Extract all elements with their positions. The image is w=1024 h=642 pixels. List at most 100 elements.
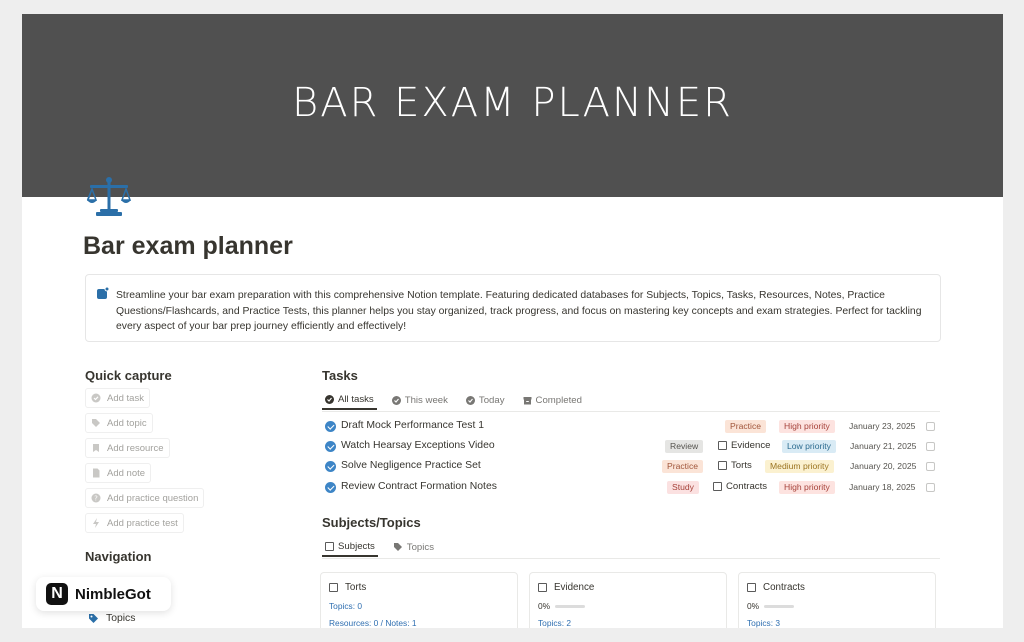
type-badge: Practice — [725, 420, 767, 433]
card-topics-count: Topics: 3 — [747, 618, 781, 628]
subject-card-contracts[interactable]: Contracts 0% Topics: 3 — [738, 572, 936, 628]
tab-label: This week — [404, 394, 448, 406]
tasks-tabs: All tasks This week Today Completed — [322, 390, 585, 410]
tag-icon — [89, 614, 98, 623]
add-resource-button[interactable]: Add resource — [85, 438, 170, 458]
navigation-heading: Navigation — [85, 549, 152, 564]
due-date: January 20, 2025 — [850, 461, 917, 471]
brand-logo: N — [46, 583, 68, 605]
tab-completed[interactable]: Completed — [520, 390, 585, 410]
watermark-badge: N NimbleGot — [36, 577, 171, 611]
tab-label: Today — [478, 394, 505, 406]
done-checkbox[interactable] — [926, 462, 935, 471]
card-title: Contracts — [747, 582, 805, 593]
tab-subjects[interactable]: Subjects — [322, 537, 378, 557]
card-name: Contracts — [763, 582, 805, 593]
card-title: Torts — [329, 582, 366, 593]
card-progress: 0% — [538, 601, 586, 611]
tab-label: Topics — [406, 541, 434, 553]
callout-block: Streamline your bar exam preparation wit… — [85, 274, 941, 342]
tab-this-week[interactable]: This week — [389, 390, 451, 410]
cover-banner: BAR EXAM PLANNER — [22, 14, 1003, 197]
tab-label: Subjects — [338, 540, 375, 552]
done-checkbox[interactable] — [926, 442, 935, 451]
task-name[interactable]: Watch Hearsay Exceptions Video — [341, 440, 495, 451]
quick-capture-heading: Quick capture — [85, 368, 172, 383]
tasks-heading: Tasks — [322, 368, 358, 383]
table-row[interactable]: Draft Mock Performance Test 1 Practice H… — [322, 417, 940, 437]
due-date: January 21, 2025 — [850, 441, 917, 451]
type-badge: Review — [665, 440, 704, 453]
page-title: Bar exam planner — [83, 232, 293, 260]
check-circle-icon — [325, 441, 336, 452]
add-task-button[interactable]: Add task — [85, 388, 150, 408]
subjects-tabs: Subjects Topics — [322, 537, 437, 557]
progress-value: 0% — [747, 601, 760, 611]
check-circle-icon — [391, 395, 401, 405]
add-note-button[interactable]: Add note — [85, 463, 152, 483]
task-name[interactable]: Review Contract Formation Notes — [341, 481, 497, 492]
due-date: January 23, 2025 — [849, 421, 916, 431]
check-circle-icon — [325, 421, 336, 432]
nav-item-label: Topics — [106, 613, 136, 624]
add-practice-question-label: Add practice question — [107, 492, 199, 504]
subject-card-torts[interactable]: Torts Topics: 0 Resources: 0 / Notes: 1 — [320, 572, 518, 628]
type-badge: Practice — [662, 460, 704, 473]
progress-value: 0% — [538, 601, 551, 611]
document-icon — [93, 468, 100, 478]
subjects-tabs-divider — [322, 558, 940, 559]
subject-icon — [329, 583, 338, 592]
tab-today[interactable]: Today — [463, 390, 508, 410]
add-note-label: Add note — [107, 467, 146, 479]
tab-topics[interactable]: Topics — [390, 537, 437, 557]
cover-title: BAR EXAM PLANNER — [292, 79, 733, 126]
archive-icon — [523, 396, 532, 404]
tasks-tabs-divider — [322, 411, 940, 412]
tab-label: Completed — [535, 394, 582, 406]
progress-bar — [764, 604, 795, 608]
add-practice-test-button[interactable]: Add practice test — [85, 513, 184, 533]
add-topic-button[interactable]: Add topic — [85, 413, 153, 433]
subjects-heading: Subjects/Topics — [322, 515, 421, 530]
check-circle-icon — [325, 394, 334, 404]
table-row[interactable]: Review Contract Formation Notes Study Co… — [322, 478, 940, 498]
subject-relation[interactable]: Torts — [718, 460, 752, 471]
subject-label: Torts — [731, 460, 752, 471]
add-practice-question-button[interactable]: ? Add practice question — [85, 488, 205, 508]
check-circle-icon — [325, 482, 336, 493]
nav-item-topics[interactable]: Topics — [88, 613, 135, 624]
card-name: Torts — [345, 582, 367, 593]
subject-label: Evidence — [731, 440, 771, 451]
progress-bar — [555, 604, 586, 608]
tag-icon — [393, 543, 402, 551]
brand-name: NimbleGot — [75, 585, 151, 603]
callout-text: Streamline your bar exam preparation wit… — [116, 290, 922, 333]
priority-badge: High priority — [779, 420, 835, 433]
due-date: January 18, 2025 — [849, 482, 916, 492]
task-name[interactable]: Draft Mock Performance Test 1 — [341, 420, 484, 431]
subject-relation[interactable]: Evidence — [718, 440, 770, 451]
subject-card-evidence[interactable]: Evidence 0% Topics: 2 — [529, 572, 727, 628]
card-progress: 0% — [747, 601, 795, 611]
type-badge: Study — [667, 481, 699, 494]
card-title: Evidence — [538, 582, 594, 593]
subject-icon — [538, 583, 547, 592]
subject-label: Contracts — [726, 481, 768, 492]
check-circle-icon — [325, 461, 336, 472]
svg-text:?: ? — [94, 495, 98, 503]
done-checkbox[interactable] — [926, 422, 935, 431]
card-topics-count: Topics: 0 — [329, 601, 363, 611]
table-row[interactable]: Watch Hearsay Exceptions Video Review Ev… — [322, 437, 940, 457]
check-circle-icon — [91, 393, 101, 403]
tag-icon — [92, 419, 100, 427]
bolt-icon — [93, 518, 99, 528]
table-row[interactable]: Solve Negligence Practice Set Practice T… — [322, 457, 940, 477]
scales-icon[interactable] — [86, 176, 132, 218]
card-resources-notes: Resources: 0 / Notes: 1 — [329, 618, 417, 628]
tab-all-tasks[interactable]: All tasks — [322, 390, 377, 410]
task-name[interactable]: Solve Negligence Practice Set — [341, 460, 481, 471]
done-checkbox[interactable] — [926, 483, 935, 492]
add-topic-label: Add topic — [107, 417, 147, 429]
subject-relation[interactable]: Contracts — [713, 481, 767, 492]
bookmark-icon — [93, 444, 99, 452]
